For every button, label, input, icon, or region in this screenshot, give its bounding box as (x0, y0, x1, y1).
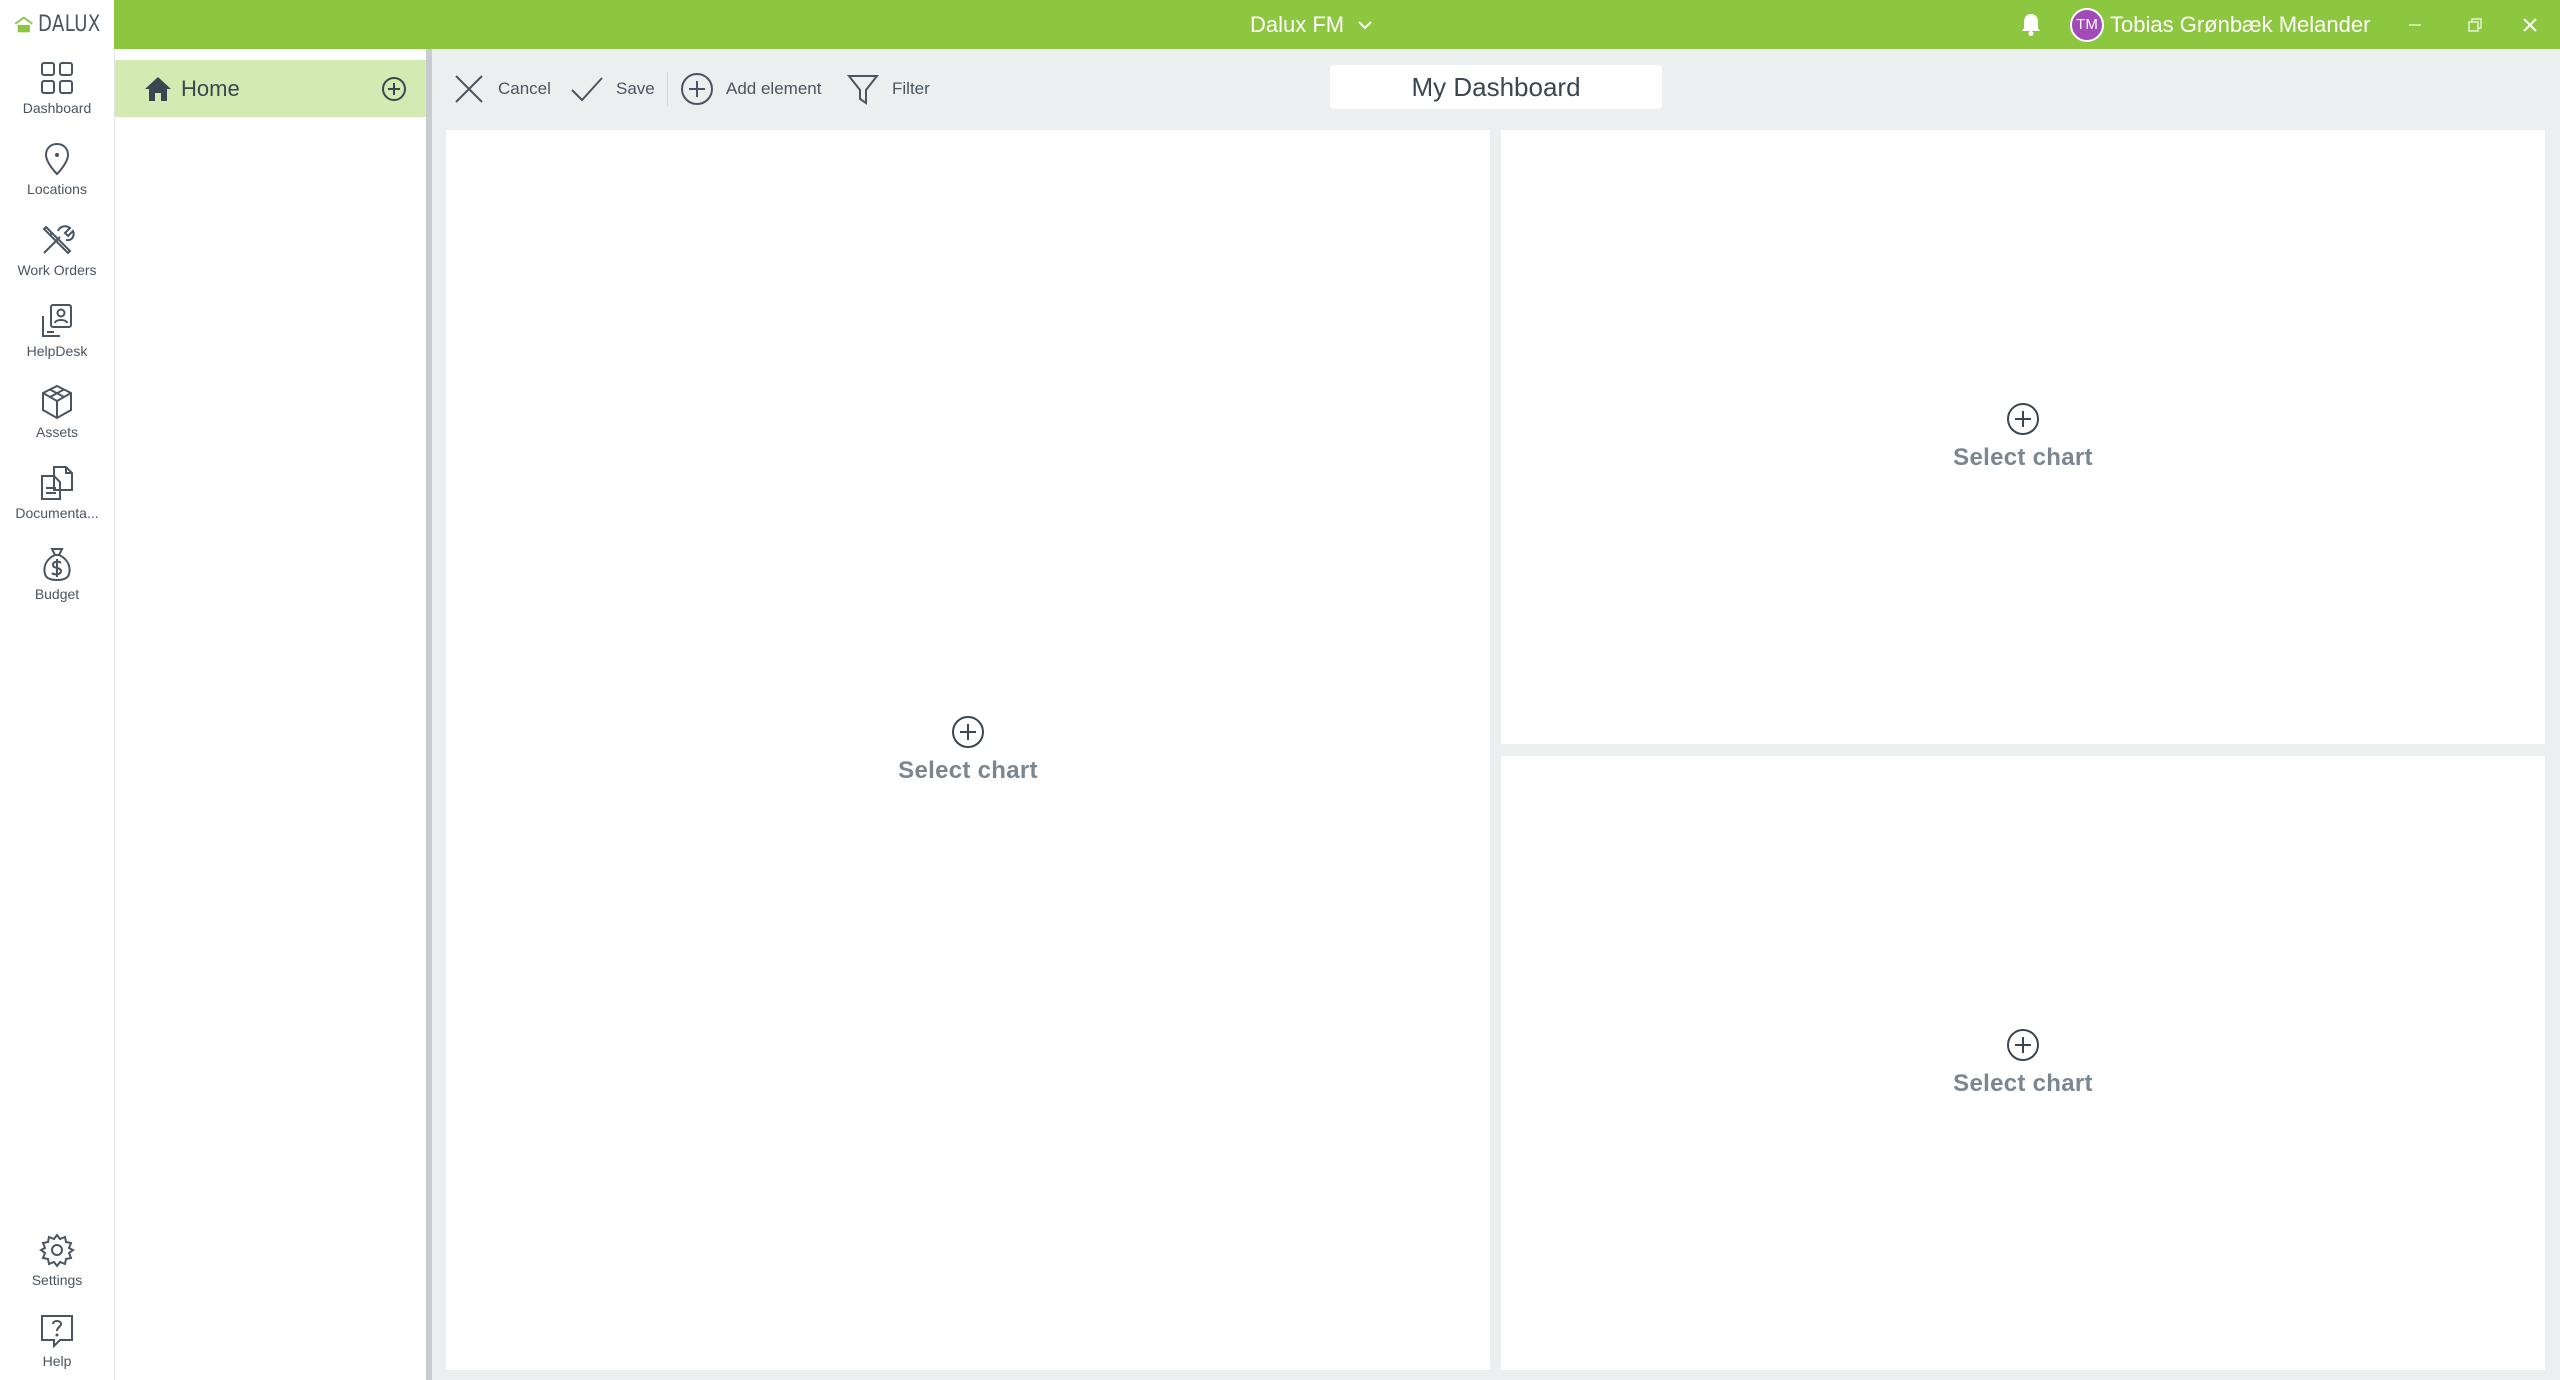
add-element-button[interactable]: Add element (680, 69, 821, 109)
close-icon (455, 75, 483, 103)
cancel-button[interactable]: Cancel (452, 69, 551, 109)
select-chart-label: Select chart (1953, 1070, 2093, 1097)
avatar: TM (2070, 7, 2104, 42)
app-title: Dalux FM (1250, 11, 1345, 37)
chart-slot-bottom-right[interactable]: Select chart (1501, 756, 2545, 1370)
filter-icon (846, 75, 880, 105)
dashboard-title[interactable]: My Dashboard (1330, 65, 1662, 109)
save-label: Save (616, 79, 655, 98)
nav-item-documentation[interactable]: Documenta... (0, 454, 114, 534)
add-chart-icon (952, 716, 984, 748)
add-page-icon[interactable] (381, 76, 407, 102)
nav-label: Work Orders (17, 262, 97, 278)
home-icon (145, 76, 171, 101)
nav-item-locations[interactable]: Locations (0, 130, 114, 210)
select-chart-label: Select chart (1953, 444, 2093, 471)
nav-item-settings[interactable]: Settings (0, 1221, 114, 1301)
nav-label: Locations (27, 181, 87, 197)
cancel-label: Cancel (498, 79, 551, 98)
help-icon (41, 1315, 73, 1349)
main-navigation: Dashboard Locations Work Orders HelpDesk… (0, 49, 114, 1380)
house-logo-icon (14, 16, 33, 32)
nav-label: Budget (34, 586, 80, 602)
sidebar-item-home[interactable]: Home (115, 60, 427, 117)
tools-icon (42, 225, 75, 255)
nav-label: HelpDesk (26, 343, 88, 359)
restore-icon[interactable] (2461, 12, 2487, 38)
documents-icon (41, 466, 73, 500)
dalux-logo[interactable]: DALUX (0, 0, 114, 49)
chart-slot-top-right[interactable]: Select chart (1501, 130, 2545, 744)
close-icon[interactable] (2517, 12, 2543, 38)
nav-label: Documenta... (15, 505, 99, 521)
gear-icon (39, 1233, 75, 1268)
add-chart-icon (2007, 1029, 2039, 1061)
nav-item-helpdesk[interactable]: HelpDesk (0, 292, 114, 372)
dashboard-pages-panel: Home (114, 49, 427, 1380)
nav-label: Help (42, 1353, 72, 1369)
save-button[interactable]: Save (570, 69, 655, 109)
checkmark-icon (571, 77, 603, 102)
sidebar-item-label: Home (181, 75, 240, 101)
nav-label: Dashboard (22, 100, 92, 116)
minimize-icon[interactable] (2402, 12, 2428, 38)
nav-item-work-orders[interactable]: Work Orders (0, 211, 114, 291)
dashboard-toolbar: Cancel Save Add element Filter My Dashbo… (432, 49, 2560, 129)
nav-item-help[interactable]: Help (0, 1302, 114, 1380)
filter-label: Filter (892, 79, 930, 98)
add-element-label: Add element (726, 79, 822, 98)
nav-item-budget[interactable]: Budget (0, 535, 114, 615)
chart-slot-left[interactable]: Select chart (446, 130, 1490, 1370)
add-circle-icon (681, 73, 713, 105)
panel-divider[interactable] (426, 49, 432, 1380)
nav-item-dashboard[interactable]: Dashboard (0, 49, 114, 129)
add-chart-icon (2007, 403, 2039, 435)
filter-button[interactable]: Filter (846, 69, 930, 109)
toolbar-separator (667, 72, 668, 106)
user-name: Tobias Grønbæk Melander (2110, 11, 2371, 37)
location-pin-icon (44, 142, 70, 176)
money-bag-icon (43, 548, 71, 582)
nav-label: Assets (35, 424, 78, 440)
nav-item-assets[interactable]: Assets (0, 373, 114, 453)
user-menu[interactable]: TM Tobias Grønbæk Melander (2070, 0, 2370, 49)
chevron-down-icon (1358, 20, 1372, 29)
assets-cube-icon (42, 384, 72, 420)
nav-label: Settings (31, 1272, 83, 1288)
title-bar: DALUX Dalux FM TM Tobias Grønbæk Melande… (0, 0, 2560, 49)
bell-icon[interactable] (2018, 11, 2044, 37)
app-switcher[interactable]: Dalux FM (1250, 0, 1374, 49)
logo-text: DALUX (37, 12, 101, 37)
helpdesk-icon (42, 304, 72, 337)
select-chart-label: Select chart (898, 757, 1038, 784)
dashboard-icon (41, 62, 73, 94)
